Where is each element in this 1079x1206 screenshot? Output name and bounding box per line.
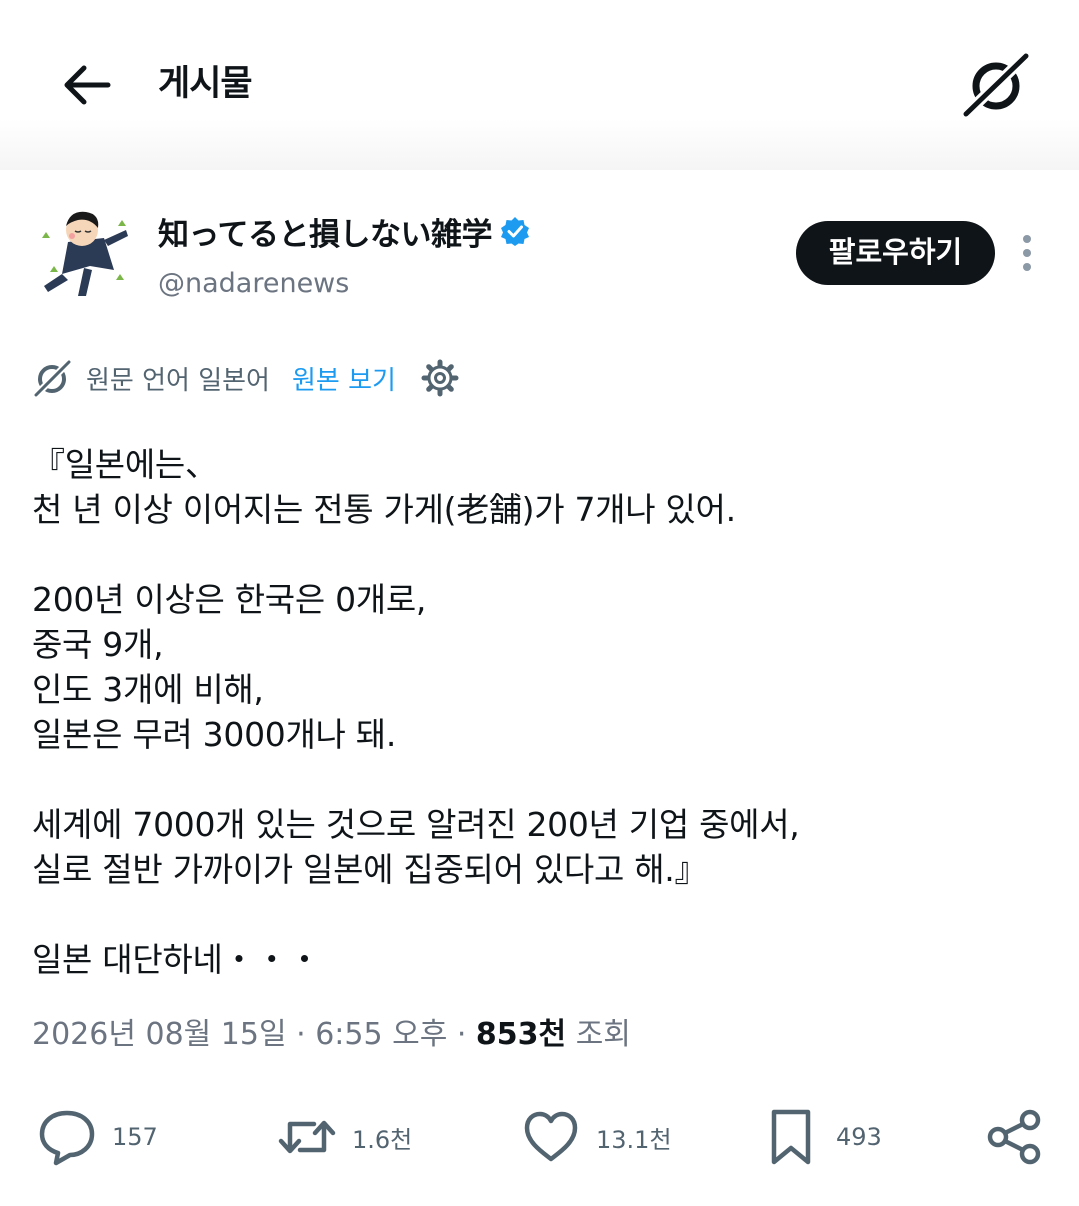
tweet-line: 『일본에는、	[32, 445, 218, 484]
tweet-line	[32, 532, 1042, 577]
translation-source-label: 원문 언어 일본어	[86, 365, 270, 396]
author-handle[interactable]: @nadarenews	[158, 266, 349, 302]
reply-count: 157	[112, 1123, 158, 1151]
tweet-line: 실로 절반 가까이가 일본에 집중되어 있다고 해.』	[32, 850, 708, 889]
reply-icon	[39, 1110, 95, 1166]
tweet-line: 일본은 무려 3000개나 돼.	[32, 715, 397, 754]
tweet-time[interactable]: 6:55 오후	[315, 1017, 447, 1052]
page-title: 게시물	[158, 64, 253, 104]
verified-badge-icon	[500, 217, 529, 246]
more-icon	[1023, 235, 1031, 271]
tweet-line: 천 년 이상 이어지는 전통 가게(老舗)가 7개나 있어.	[32, 490, 736, 529]
views-label: 조회	[575, 1017, 631, 1052]
like-button[interactable]: 13.1천	[520, 1106, 672, 1168]
author-name-row[interactable]: 知ってると損しない雑学	[158, 208, 530, 254]
tweet-line: 세계에 7000개 있는 것으로 알려진 200년 기업 중에서,	[32, 805, 800, 844]
grok-button[interactable]	[960, 50, 1032, 120]
arrow-left-icon	[64, 65, 111, 105]
translation-notice: 원문 언어 일본어 원본 보기	[32, 356, 460, 400]
bookmark-button[interactable]: 493	[760, 1106, 882, 1168]
display-name[interactable]: 知ってると損しない雑学	[158, 209, 492, 254]
tweet-line: 중국 9개,	[32, 625, 164, 664]
bookmark-icon	[771, 1109, 811, 1165]
like-icon	[524, 1111, 578, 1162]
repost-count: 1.6천	[352, 1125, 413, 1154]
top-app-bar: 게시물	[0, 0, 1079, 170]
tweet-line: 일본 대단하네・・・	[32, 940, 321, 979]
translate-icon	[32, 358, 72, 398]
share-icon	[987, 1109, 1041, 1165]
tweet-date[interactable]: 2026년 08월 15일	[32, 1017, 287, 1052]
avatar[interactable]	[34, 200, 138, 300]
tweet-meta: 2026년 08월 15일 · 6:55 오후 · 853천 조회	[32, 1017, 631, 1052]
views-count[interactable]: 853천	[476, 1017, 566, 1052]
repost-icon	[278, 1120, 336, 1154]
bookmark-count: 493	[836, 1123, 882, 1151]
follow-button[interactable]: 팔로우하기	[796, 221, 995, 285]
tweet-line	[32, 892, 1042, 937]
gear-icon[interactable]	[420, 358, 460, 398]
tweet-line: 200년 이상은 한국은 0개로,	[32, 580, 427, 619]
like-count: 13.1천	[596, 1125, 672, 1154]
more-button[interactable]	[1010, 234, 1044, 274]
tweet-line	[32, 757, 1042, 802]
back-button[interactable]	[58, 60, 114, 110]
repost-button[interactable]: 1.6천	[276, 1106, 412, 1168]
reply-button[interactable]: 157	[36, 1106, 158, 1168]
show-original-link[interactable]: 원본 보기	[292, 360, 396, 397]
tweet-text: 『일본에는、 천 년 이상 이어지는 전통 가게(老舗)가 7개나 있어. 20…	[32, 442, 1042, 982]
share-button[interactable]	[984, 1106, 1046, 1168]
tweet-line: 인도 3개에 비해,	[32, 670, 264, 709]
grok-icon	[960, 50, 1032, 120]
